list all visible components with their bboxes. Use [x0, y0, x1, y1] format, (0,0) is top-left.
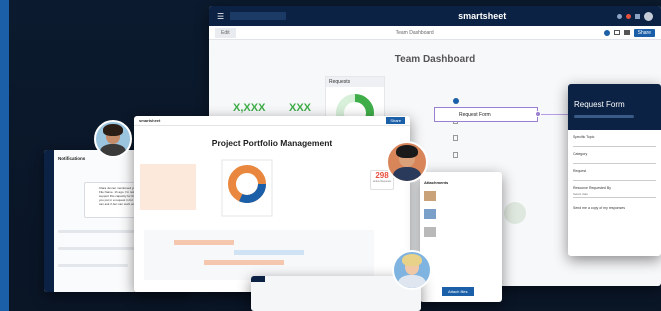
dashboard-toolbar: Edit Team Dashboard Share	[209, 26, 661, 40]
dashboard-topbar: ☰ smartsheet	[209, 6, 661, 26]
kpi-secondary: XXX	[289, 102, 312, 114]
form-title: Request Form	[574, 100, 625, 109]
doc-icon	[453, 135, 458, 141]
field-label: Request	[573, 169, 587, 173]
request-field[interactable]	[573, 175, 656, 181]
avatar	[94, 120, 132, 158]
request-form-panel: Request Form Specific Topic Category Req…	[568, 84, 661, 256]
avatar	[386, 141, 428, 183]
portfolio-toolbar: smartsheet Share	[134, 116, 410, 126]
resource-dropdown[interactable]: Select date	[573, 192, 656, 198]
connector-line	[538, 114, 570, 115]
copy-checkbox[interactable]: Send me a copy of my responses	[573, 206, 656, 210]
notifications-icon[interactable]	[626, 13, 631, 19]
notifications-title: Notifications	[58, 156, 86, 161]
attach-files-button[interactable]: Attach files	[442, 287, 474, 296]
avatar	[504, 202, 526, 224]
portfolio-charts	[140, 159, 374, 280]
edit-button[interactable]: Edit	[215, 27, 236, 38]
page-title: Team Dashboard	[394, 54, 476, 65]
project-portfolio-window: smartsheet Share Project Portfolio Manag…	[134, 116, 410, 292]
field-label: Category	[573, 152, 588, 156]
layout-icon[interactable]	[613, 30, 620, 35]
kpi-primary: X,XXX	[233, 102, 266, 114]
breadcrumb: Team Dashboard	[395, 29, 434, 36]
promo-stage: ☰ smartsheet Edit Team Dashboard Share T…	[0, 0, 661, 311]
search-input[interactable]	[230, 12, 287, 20]
requests-label: Requests	[326, 77, 384, 87]
doc-icon	[453, 152, 458, 158]
attachment-thumb[interactable]	[424, 227, 436, 237]
print-icon[interactable]	[623, 30, 630, 35]
field-label: Specific Topic	[573, 135, 595, 139]
portfolio-title: Project Portfolio Management	[211, 138, 333, 148]
request-form-link[interactable]: Request Form	[434, 107, 538, 122]
menu-icon[interactable]: ☰	[217, 12, 224, 21]
smartsheet-logo: smartsheet	[458, 11, 507, 21]
form-header: Request Form	[568, 84, 661, 130]
category-field[interactable]	[573, 158, 656, 164]
badge-label: Active Requests	[372, 180, 392, 183]
share-button[interactable]: Share	[386, 117, 405, 124]
list-bullet-icon	[453, 98, 459, 104]
attachment-thumb[interactable]	[424, 191, 436, 201]
avatar[interactable]	[644, 11, 653, 21]
edge-accent-bar	[0, 0, 9, 311]
field-label: Resource Requested By	[573, 186, 611, 190]
attachment-thumb[interactable]	[424, 209, 436, 219]
portfolio-brand: smartsheet	[139, 118, 161, 123]
attachments-panel: Attachments Attach files	[420, 172, 502, 302]
attachments-title: Attachments	[424, 180, 449, 185]
connector-dot	[535, 111, 541, 117]
info-icon[interactable]	[603, 29, 610, 36]
help-icon[interactable]	[617, 13, 622, 19]
avatar	[392, 250, 432, 290]
left-nav	[44, 150, 54, 292]
share-button[interactable]: Share	[633, 28, 655, 37]
specific-topic-field[interactable]	[573, 141, 656, 147]
apps-icon[interactable]	[635, 13, 640, 19]
